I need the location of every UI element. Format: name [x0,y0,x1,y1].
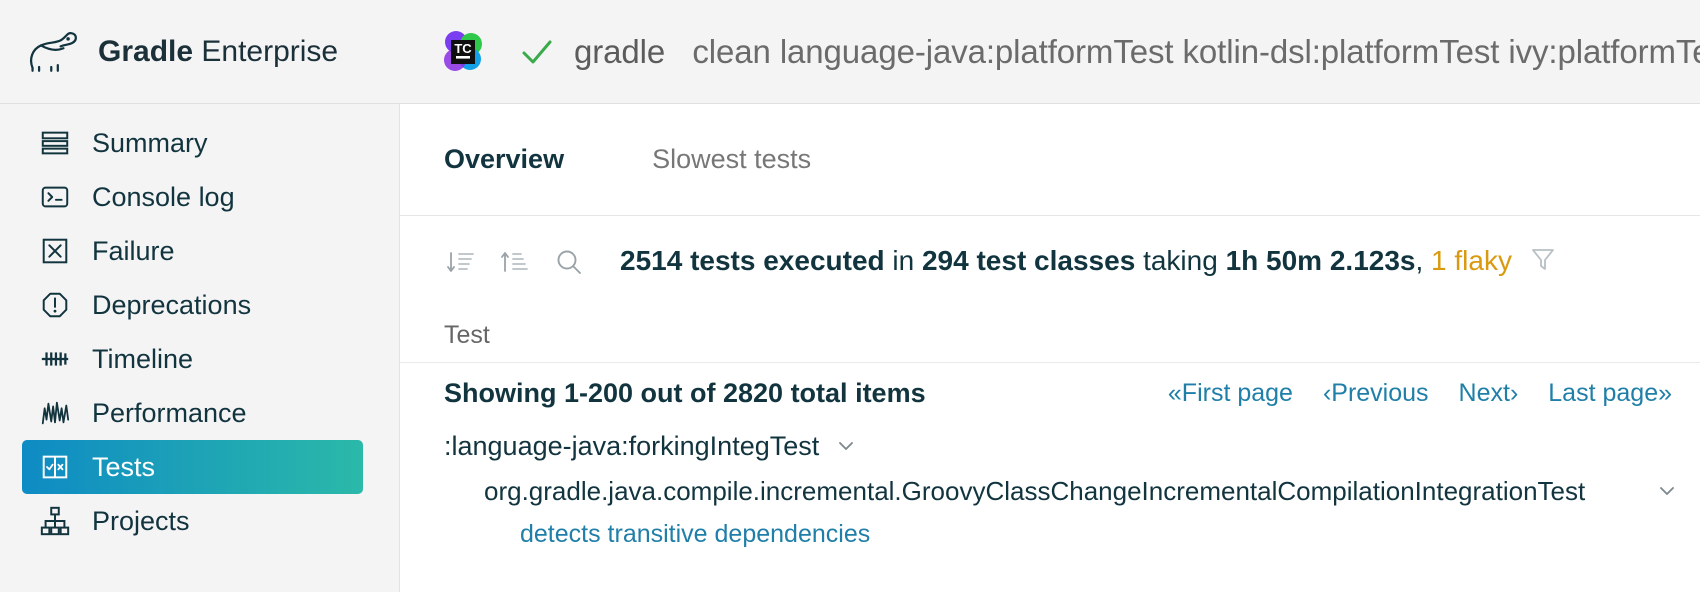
tests-toolbar: 2514 tests executed in 294 test classes … [400,216,1700,308]
warning-octagon-icon [36,286,74,324]
timeline-icon [36,340,74,378]
brand-name-bold: Gradle [98,34,194,68]
sidebar-item-projects[interactable]: Projects [22,494,363,548]
test-results-list: :language-java:forkingIntegTest org.grad… [400,423,1700,555]
sidebar-item-label: Failure [92,235,175,266]
test-task-row[interactable]: :language-java:forkingIntegTest [444,423,1700,469]
sidebar-item-summary[interactable]: Summary [22,116,363,170]
pagination-links: «First page ‹Previous Next› Last page» [1138,379,1672,408]
tab-slowest-tests[interactable]: Slowest tests [652,144,811,175]
sidebar-item-performance[interactable]: Performance [22,386,363,440]
pagination-bar: Showing 1-200 out of 2820 total items «F… [400,363,1700,423]
waveform-icon [36,394,74,432]
tests-check-x-icon [36,448,74,486]
sidebar-item-label: Console log [92,181,235,212]
chevron-down-icon[interactable] [1656,480,1678,502]
sidebar-item-failure[interactable]: Failure [22,224,363,278]
pagination-last-page[interactable]: Last page» [1548,379,1672,408]
app-header: Gradle Enterprise TC gradle clean langua… [0,0,1700,104]
build-status-icon [520,35,554,69]
tests-executed-word [682,245,690,276]
teamcity-icon: TC [440,29,486,75]
chevron-down-icon[interactable] [835,435,857,457]
test-class-row[interactable]: org.gradle.java.compile.incremental.Groo… [444,469,1700,513]
sidebar-item-timeline[interactable]: Timeline [22,332,363,386]
tab-bar: Overview Slowest tests [400,104,1700,216]
sidebar-item-label: Performance [92,397,247,428]
column-header-test: Test [444,320,490,349]
build-header: TC gradle clean language-java:platformTe… [400,29,1700,75]
gradle-elephant-logo-icon [26,30,84,74]
build-command: gradle [574,32,666,70]
test-class-count: 294 [921,244,969,276]
sidebar-item-deprecations[interactable]: Deprecations [22,278,363,332]
brand-text: Gradle Enterprise [98,35,338,69]
executed-test-count: 2514 [620,244,683,276]
x-square-icon [36,232,74,270]
test-column-header: Test [400,308,1700,363]
search-icon[interactable] [552,245,586,279]
sidebar-item-label: Tests [92,451,156,482]
build-title: gradle clean language-java:platformTest … [574,33,1700,71]
pagination-next[interactable]: Next› [1459,379,1519,408]
sidebar-item-label: Summary [92,127,208,158]
tab-overview[interactable]: Overview [444,144,564,175]
sort-ascending-icon[interactable] [498,245,532,279]
sidebar-item-console-log[interactable]: Console log [22,170,363,224]
filter-funnel-icon[interactable] [1530,246,1556,279]
test-class-name: org.gradle.java.compile.incremental.Groo… [484,475,1586,506]
sidebar-item-label: Projects [92,505,190,536]
pagination-previous[interactable]: ‹Previous [1323,379,1429,408]
sort-descending-icon[interactable] [444,245,478,279]
total-duration: 1h 50m 2.123s [1225,244,1416,276]
test-case-row[interactable]: detects transitive dependencies [444,513,1700,555]
test-case-name[interactable]: detects transitive dependencies [520,520,870,549]
brand[interactable]: Gradle Enterprise [0,30,400,74]
svg-text:TC: TC [454,41,472,56]
pagination-first-page[interactable]: «First page [1168,379,1293,408]
terminal-icon [36,178,74,216]
taking-word: taking [1143,244,1218,276]
main-content: Overview Slowest tests 2514 tests execut… [400,104,1700,592]
tests-summary-text: 2514 tests executed in 294 test classes … [620,245,1556,279]
sidebar-item-label: Deprecations [92,289,252,320]
flaky-count-link[interactable]: 1 flaky [1431,245,1512,276]
build-arguments: clean language-java:platformTest kotlin-… [692,32,1700,70]
brand-name-light: Enterprise [201,34,339,68]
pagination-showing-text: Showing 1-200 out of 2820 total items [444,377,926,408]
sidebar-item-tests[interactable]: Tests [22,440,363,494]
hierarchy-icon [36,502,74,540]
in-word: in [892,244,915,276]
sidebar-item-label: Timeline [92,343,194,374]
lines-summary-icon [36,124,74,162]
test-task-name: :language-java:forkingIntegTest [444,430,820,461]
test-classes-label: test classes [976,244,1136,276]
gradle-enterprise-build-scan: Gradle Enterprise TC gradle clean langua… [0,0,1700,592]
stats-separator: , [1415,244,1432,276]
tests-executed-label: tests executed [690,244,885,276]
sidebar-nav: Summary Console log Failure Deprecations… [0,104,400,592]
